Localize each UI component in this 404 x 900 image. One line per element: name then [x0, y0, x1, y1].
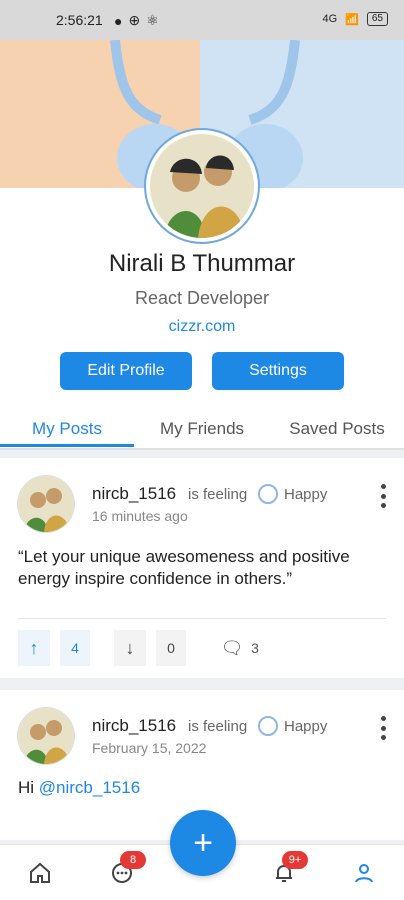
chat-icon[interactable]: 8	[106, 851, 146, 889]
plus-icon: +	[193, 823, 213, 862]
post-timestamp: 16 minutes ago	[92, 508, 188, 524]
notification-bell-icon[interactable]: 9+	[268, 851, 308, 889]
feeling-label: is feeling	[188, 486, 248, 503]
status-right-icons: 4G 📶 65	[322, 12, 388, 26]
mood-label: Happy	[284, 486, 328, 503]
status-time: 2:56:21	[56, 12, 103, 28]
profile-avatar-frame[interactable]	[146, 130, 258, 242]
more-options-icon[interactable]	[380, 716, 386, 740]
avatar[interactable]	[18, 708, 74, 764]
feeling-label: is feeling	[188, 718, 248, 735]
upvote-button[interactable]: ↑	[18, 630, 50, 666]
wifi-icon: 📶	[345, 13, 359, 26]
profile-role: React Developer	[134, 288, 270, 308]
status-bar: 2:56:21 ● ⊕ ⚛ 4G 📶 65	[0, 0, 404, 40]
avatar[interactable]	[18, 476, 74, 532]
post-timestamp: February 15, 2022	[92, 740, 207, 756]
happy-icon	[258, 716, 278, 736]
profile-name: Nirali B Thummar	[108, 250, 296, 277]
post-separator	[18, 618, 386, 619]
post-text: “Let your unique awesomeness and positiv…	[18, 547, 350, 588]
post-card: nircb_1516 is feeling Happy 16 minutes a…	[0, 458, 404, 678]
post-text: Hi @nircb_1516	[18, 778, 140, 798]
profile-website-link[interactable]: cizzr.com	[0, 318, 404, 336]
notification-badge: 9+	[282, 851, 308, 869]
mood-label: Happy	[284, 718, 328, 735]
add-post-button[interactable]: +	[170, 810, 236, 876]
tab-my-friends[interactable]: My Friends	[134, 408, 270, 450]
post-username[interactable]: nircb_1516	[92, 484, 176, 504]
arrow-up-icon: ↑	[29, 637, 39, 658]
happy-icon	[258, 484, 278, 504]
chat-badge: 8	[120, 851, 146, 869]
record-icon: ●	[114, 12, 123, 29]
status-left-icons: ● ⊕ ⚛	[114, 12, 159, 29]
post-username[interactable]: nircb_1516	[92, 716, 176, 736]
tab-saved-posts[interactable]: Saved Posts	[270, 408, 404, 450]
battery-icon: 65	[366, 12, 388, 26]
app-icon: ⊕	[128, 12, 141, 28]
mention-link[interactable]: @nircb_1516	[39, 778, 140, 797]
edit-profile-button[interactable]: Edit Profile	[60, 352, 192, 390]
avatar	[150, 134, 254, 238]
comment-count: 3	[251, 640, 259, 656]
network-label: 4G	[322, 13, 338, 25]
arrow-down-icon: ↓	[125, 637, 135, 658]
home-icon[interactable]	[24, 857, 56, 889]
react-icon: ⚛	[146, 12, 159, 28]
downvote-button[interactable]: ↓	[114, 630, 146, 666]
active-tab-indicator	[0, 444, 134, 447]
upvote-count: 4	[60, 630, 90, 666]
downvote-count: 0	[156, 630, 186, 666]
settings-button[interactable]: Settings	[212, 352, 344, 390]
profile-divider	[0, 448, 404, 450]
post-text-prefix: Hi	[18, 778, 39, 797]
profile-icon[interactable]	[348, 857, 380, 889]
more-options-icon[interactable]	[380, 484, 386, 508]
